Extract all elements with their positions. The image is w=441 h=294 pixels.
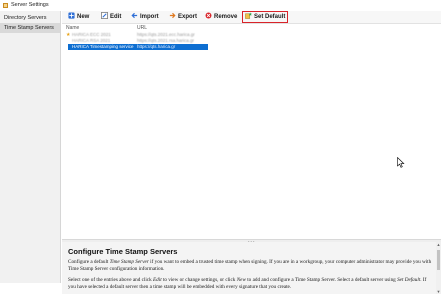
- import-button-label: Import: [140, 14, 159, 20]
- edit-icon: [101, 12, 108, 19]
- remove-button-label: Remove: [214, 14, 238, 20]
- import-arrow-icon: [131, 12, 138, 19]
- import-button[interactable]: Import: [131, 12, 159, 22]
- sidebar: Directory Servers Time Stamp Servers: [0, 11, 61, 283]
- scroll-down-icon[interactable]: ▼: [436, 289, 441, 294]
- help-text: Select one of the entries above and clic…: [68, 277, 153, 283]
- help-paragraph-1: Configure a default Time Stamp Server if…: [68, 259, 434, 272]
- new-button[interactable]: New: [68, 12, 89, 22]
- main-panel: New Edit Import Export Remove Set Defaul…: [62, 11, 441, 294]
- remove-icon: [205, 12, 212, 19]
- set-default-button-label: Set Default: [254, 14, 286, 20]
- app-icon: [3, 3, 8, 8]
- column-header-url[interactable]: URL: [137, 24, 147, 32]
- sidebar-item-directory-servers[interactable]: Directory Servers: [0, 13, 60, 23]
- row-url: https://qts.harica.gr: [137, 44, 176, 49]
- help-text: Configure a default: [68, 259, 110, 265]
- server-settings-window: Server Settings Directory Servers Time S…: [0, 0, 441, 294]
- sidebar-item-time-stamp-servers[interactable]: Time Stamp Servers: [0, 23, 60, 33]
- new-icon: [68, 12, 75, 19]
- help-text: to add and configure a Time Stamp Server…: [245, 277, 398, 283]
- edit-button[interactable]: Edit: [101, 12, 121, 22]
- help-emphasis: Edit: [152, 277, 162, 283]
- export-arrow-icon: [169, 12, 176, 19]
- row-name: HARICA Timestamping service: [72, 44, 134, 49]
- window-title: Server Settings: [11, 2, 49, 8]
- help-emphasis: Time Stamp Server: [109, 259, 149, 265]
- new-button-label: New: [77, 14, 90, 20]
- edit-button-label: Edit: [110, 14, 122, 20]
- help-text: to view or change settings, or click: [161, 277, 237, 283]
- export-button-label: Export: [178, 14, 198, 20]
- help-pane: Configure Time Stamp Servers Configure a…: [62, 242, 441, 294]
- help-paragraph-2: Select one of the entries above and clic…: [68, 277, 434, 290]
- column-header-name[interactable]: Name: [66, 24, 79, 32]
- title-bar: Server Settings: [0, 0, 441, 11]
- set-default-icon: [245, 12, 252, 19]
- table-header: Name URL: [62, 24, 441, 32]
- mouse-pointer-icon: [397, 157, 405, 168]
- help-emphasis: New: [236, 277, 246, 283]
- toolbar: New Edit Import Export Remove Set Defaul…: [62, 11, 441, 24]
- help-emphasis: Set Default: [397, 277, 421, 283]
- scroll-up-icon[interactable]: ▲: [436, 242, 441, 247]
- remove-button[interactable]: Remove: [205, 12, 237, 22]
- help-title: Configure Time Stamp Servers: [68, 247, 178, 256]
- set-default-button[interactable]: Set Default: [241, 11, 289, 23]
- table-row-selected[interactable]: HARICA Timestamping service https://qts.…: [68, 44, 208, 50]
- export-button[interactable]: Export: [169, 12, 197, 22]
- help-scrollbar[interactable]: ▲ ▼: [436, 242, 441, 294]
- scrollbar-thumb[interactable]: [437, 250, 440, 270]
